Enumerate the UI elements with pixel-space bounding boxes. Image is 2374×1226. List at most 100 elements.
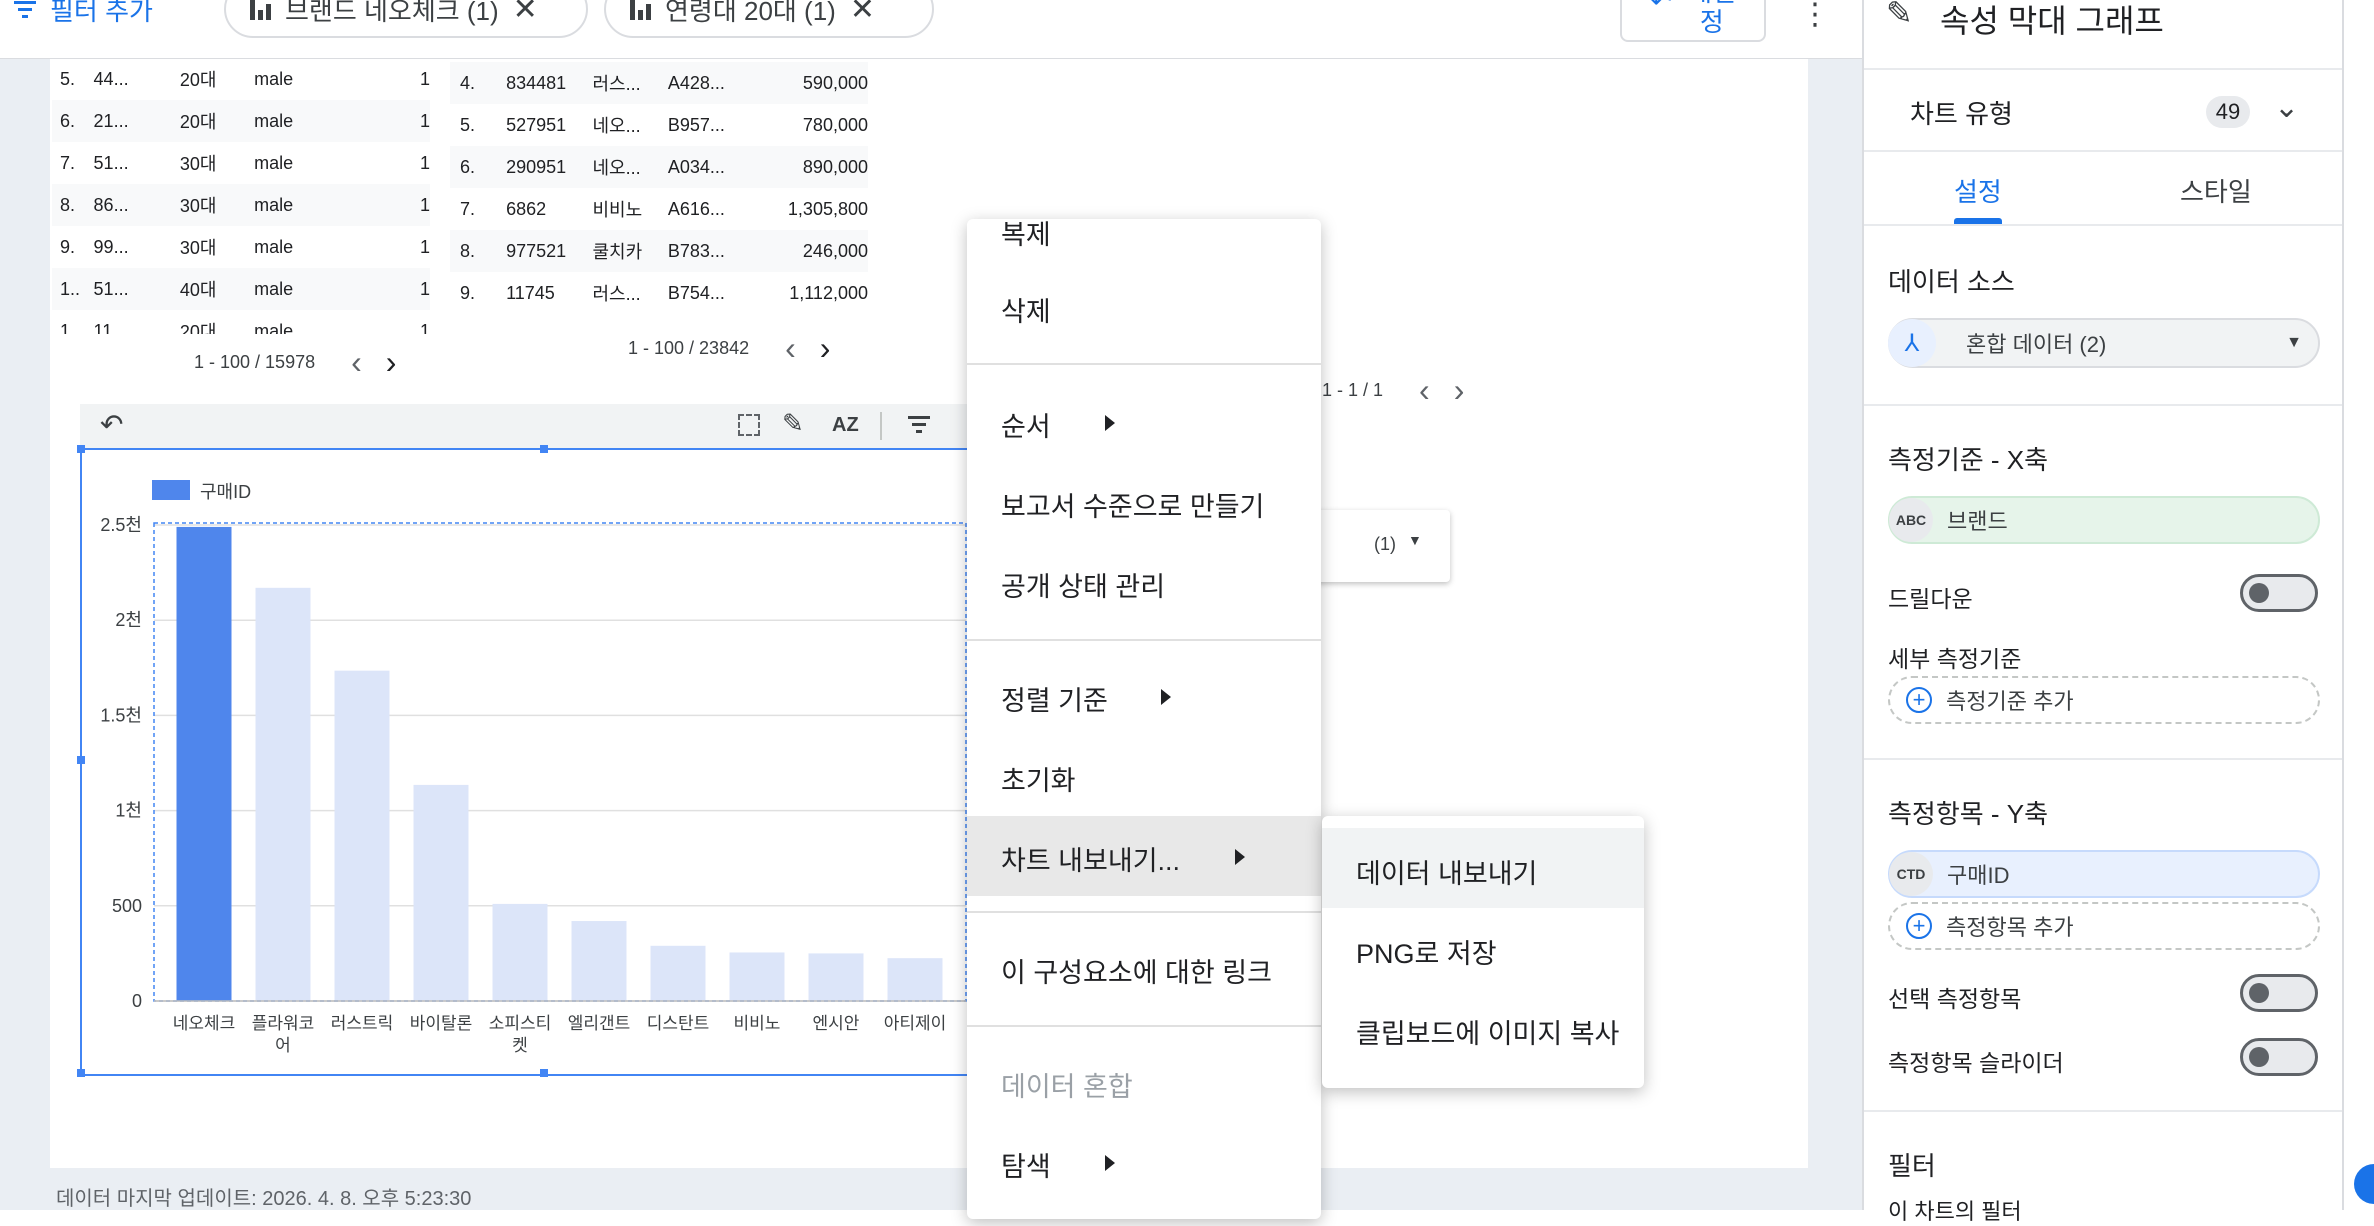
- table-row[interactable]: 5. 44... 20대 male 1: [52, 58, 430, 100]
- table-row[interactable]: 8. 977521 쿨치카 B783... 246,000: [450, 230, 868, 272]
- menu-item-order[interactable]: 순서: [1001, 405, 1051, 444]
- reset-button[interactable]: ↶ 재설 정: [1620, 0, 1766, 42]
- x-tick-label: 플라워코: [252, 1014, 315, 1033]
- optional-metric-toggle[interactable]: [2240, 974, 2318, 1012]
- bar[interactable]: [729, 952, 785, 1001]
- table-row[interactable]: 9. 99... 30대 male 1: [52, 226, 430, 268]
- table-row[interactable]: 5. 527951 네오... B957... 780,000: [450, 104, 868, 146]
- metric-chip[interactable]: CTD 구매ID: [1888, 850, 2320, 898]
- last-updated-text: 데이터 마지막 업데이트: 2026. 4. 8. 오후 5:23:30: [56, 1188, 472, 1210]
- table-cell: 11...: [93, 320, 128, 335]
- table-cell: 890,000: [802, 156, 868, 177]
- x-tick-label: 러스트릭: [331, 1014, 394, 1033]
- dimension-chip[interactable]: ABC 브랜드: [1888, 496, 2320, 544]
- menu-item-export-data[interactable]: 데이터 내보내기: [1356, 852, 1537, 891]
- close-icon[interactable]: ✕: [850, 0, 875, 27]
- chevron-left-icon[interactable]: ‹: [785, 330, 796, 367]
- table-row[interactable]: 6. 290951 네오... A034... 890,000: [450, 146, 868, 188]
- table-cell: 네오...: [592, 158, 641, 178]
- tab-style[interactable]: 스타일: [2180, 172, 2252, 209]
- x-tick-label: 비비노: [734, 1014, 781, 1033]
- menu-item-reset[interactable]: 초기화: [1001, 759, 1076, 798]
- table-row[interactable]: 1.. 51... 40대 male 1: [52, 268, 430, 310]
- tab-setup[interactable]: 설정: [1954, 172, 2002, 209]
- table-row[interactable]: 7. 51... 30대 male 1: [52, 142, 430, 184]
- metric-slider-toggle[interactable]: [2240, 1038, 2318, 1076]
- table-cell: male: [254, 152, 294, 173]
- chevron-left-icon[interactable]: ‹: [1419, 372, 1430, 409]
- bar[interactable]: [571, 921, 627, 1001]
- undo-icon[interactable]: ↶: [100, 408, 123, 441]
- filter-chip-label: 연령대 20대 (1): [665, 0, 836, 26]
- add-dimension-button[interactable]: + 측정기준 추가: [1888, 676, 2320, 724]
- table-cell: male: [254, 320, 294, 335]
- table-row[interactable]: 4. 834481 러스... A428... 590,000: [450, 62, 868, 104]
- table-row[interactable]: 7. 6862 비비노 A616... 1,305,800: [450, 188, 868, 230]
- pagination-left: 1 - 100 / 15978 ‹ ›: [194, 344, 396, 381]
- menu-item-explore[interactable]: 탐색: [1001, 1145, 1051, 1184]
- blend-icon: ⅄: [1888, 319, 1936, 367]
- table-row[interactable]: 8. 86... 30대 male 1: [52, 184, 430, 226]
- select-area-icon[interactable]: [738, 414, 760, 436]
- drilldown-toggle[interactable]: [2240, 574, 2318, 612]
- table-cell: 1: [419, 194, 430, 215]
- menu-item-save-png[interactable]: PNG로 저장: [1356, 932, 1497, 971]
- table-row[interactable]: 9. 11745 러스... B754... 1,112,000: [450, 272, 868, 314]
- arrow-right-icon: [1235, 849, 1245, 865]
- arrow-right-icon: [1161, 689, 1171, 705]
- table-cell: 30대: [179, 154, 217, 174]
- table-row[interactable]: 1.. 11... 20대 male 1: [52, 310, 430, 335]
- sort-az-icon[interactable]: AZ: [832, 414, 859, 437]
- bar[interactable]: [650, 945, 706, 1001]
- dimension-type-icon: ABC: [1889, 498, 1933, 542]
- x-tick-label: 엔시안: [813, 1014, 860, 1033]
- bar[interactable]: [334, 670, 390, 1001]
- bar[interactable]: [808, 953, 864, 1001]
- table-cell: 6862: [506, 198, 547, 219]
- x-tick-label: 엘리갠트: [568, 1014, 631, 1033]
- close-icon[interactable]: ✕: [513, 0, 538, 27]
- chevron-right-icon[interactable]: ›: [386, 344, 397, 381]
- menu-item-make-report-level[interactable]: 보고서 수준으로 만들기: [1001, 485, 1264, 524]
- bar[interactable]: [413, 784, 469, 1001]
- add-fab-icon[interactable]: [2354, 1164, 2374, 1204]
- data-source-select[interactable]: ⅄ 혼합 데이터 (2) ▼: [1888, 318, 2320, 368]
- x-tick-label: 켓: [512, 1036, 528, 1055]
- bar[interactable]: [176, 526, 232, 1001]
- menu-item-export-chart[interactable]: 차트 내보내기...: [1001, 839, 1180, 878]
- edit-icon[interactable]: ✎: [782, 408, 804, 439]
- chevron-left-icon[interactable]: ‹: [351, 344, 362, 381]
- menu-item-manage-visibility[interactable]: 공개 상태 관리: [1001, 565, 1165, 604]
- table-cell: 20대: [179, 322, 217, 334]
- chevron-right-icon[interactable]: ›: [820, 330, 831, 367]
- bar-chart-plot: 0 500 1천 1.5천 2천 2.5천네오체크 플라워코어 러스트릭 바이탈론 소피스티켓 엘리…: [100, 515, 967, 1055]
- dimension-value: 브랜드: [1947, 509, 2008, 534]
- menu-item-link-component[interactable]: 이 구성요소에 대한 링크: [1001, 951, 1272, 990]
- add-filter-button[interactable]: 필터 추가: [0, 0, 200, 38]
- table-row[interactable]: 6. 21... 20대 male 1: [52, 100, 430, 142]
- chart-type-badge: 49: [2206, 96, 2250, 128]
- menu-item-copy[interactable]: 복제: [1001, 213, 1051, 252]
- pagination-label: 1 - 1 / 1: [1322, 380, 1384, 400]
- table-cell: 1: [419, 152, 430, 173]
- bar[interactable]: [255, 587, 311, 1001]
- metric-heading: 측정항목 - Y축: [1888, 799, 2049, 829]
- chevron-right-icon[interactable]: ›: [1454, 372, 1465, 409]
- chart-type-selector[interactable]: 차트 유형 49 ⌄: [1864, 70, 2344, 150]
- filter-chip-brand[interactable]: 브랜드 네오체크 (1) ✕: [224, 0, 588, 38]
- menu-item-copy-image[interactable]: 클립보드에 이미지 복사: [1356, 1012, 1619, 1051]
- bar[interactable]: [887, 958, 943, 1001]
- more-vert-icon[interactable]: ⋮: [1800, 0, 1830, 30]
- bar[interactable]: [492, 903, 548, 1001]
- arrow-right-icon: [1105, 1155, 1115, 1171]
- x-tick-label: 네오체크: [173, 1014, 236, 1033]
- filter-icon[interactable]: [908, 416, 930, 433]
- table-cell: 51...: [93, 152, 129, 173]
- menu-item-delete[interactable]: 삭제: [1001, 290, 1051, 329]
- add-metric-button[interactable]: + 측정항목 추가: [1888, 902, 2320, 950]
- filter-chip-age[interactable]: 연령대 20대 (1) ✕: [604, 0, 934, 38]
- control-dropdown[interactable]: (1) ▼: [1300, 510, 1450, 582]
- table-cell: 러스...: [592, 284, 641, 304]
- table-cell: 8.: [460, 240, 476, 261]
- menu-item-sort-by[interactable]: 정렬 기준: [1001, 679, 1108, 718]
